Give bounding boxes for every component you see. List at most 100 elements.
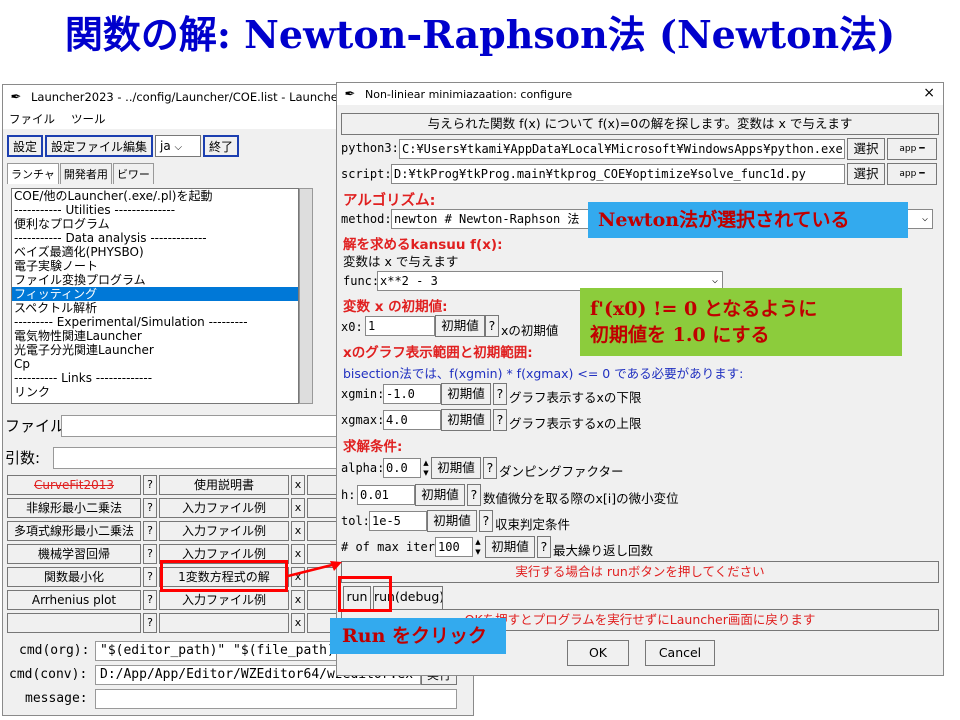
xgmax-description: グラフ表示するxの上限	[509, 416, 642, 431]
max-iter-init-button[interactable]: 初期値	[485, 536, 535, 558]
h-init-button[interactable]: 初期値	[415, 484, 465, 506]
tol-help-button[interactable]: ?	[479, 510, 493, 532]
xgmin-help-button[interactable]: ?	[493, 383, 507, 405]
program-button[interactable]: 多項式線形最小二乗法	[7, 521, 141, 541]
list-item[interactable]: フィッティング	[12, 287, 298, 301]
program-help-button[interactable]: ?	[143, 498, 157, 518]
list-item[interactable]: --------- Experimental/Simulation ------…	[12, 315, 298, 329]
list-item[interactable]: ----------- Utilities --------------	[12, 203, 298, 217]
max-iter-help-button[interactable]: ?	[537, 536, 551, 558]
program-button[interactable]: Arrhenius plot	[7, 590, 141, 610]
x0-help-button[interactable]: ?	[485, 315, 499, 337]
program-button[interactable]: 関数最小化	[7, 567, 141, 587]
xgmin-init-button[interactable]: 初期値	[441, 383, 491, 405]
cancel-button[interactable]: Cancel	[645, 640, 715, 666]
message-label: message:	[25, 691, 88, 706]
menu-file[interactable]: ファイル	[9, 111, 55, 127]
python3-app-button[interactable]: app ━	[887, 138, 937, 160]
script-input[interactable]: D:¥tkProg¥tkProg.main¥tkprog_COE¥optimiz…	[391, 164, 845, 184]
settings-button[interactable]: 設定	[7, 135, 44, 157]
newton-selected-callout: Newton法が選択されている	[588, 202, 908, 238]
list-item[interactable]: ----------- Data analysis -------------	[12, 231, 298, 245]
tab-developer[interactable]: 開発者用	[59, 163, 112, 184]
program-list[interactable]: COE/他のLauncher(.exe/.pl)を起動 ----------- U…	[11, 188, 299, 404]
program-button[interactable]: 機械学習回帰	[7, 544, 141, 564]
alpha-input[interactable]: 0.0	[383, 458, 421, 478]
program-doc-button[interactable]: 入力ファイル例	[159, 498, 289, 518]
file-input[interactable]	[61, 415, 341, 437]
menu-tools[interactable]: ツール	[71, 111, 106, 127]
max-iter-input[interactable]: 100	[435, 537, 473, 557]
list-item[interactable]: ---------- Links -------------	[12, 371, 298, 385]
program-extra-button[interactable]	[307, 475, 339, 495]
list-item[interactable]: 光電子分光関連Launcher	[12, 343, 298, 357]
program-help-button[interactable]: ?	[143, 567, 157, 587]
alpha-help-button[interactable]: ?	[483, 457, 497, 479]
program-close-button[interactable]: x	[291, 498, 305, 518]
python3-select-button[interactable]: 選択	[847, 138, 885, 160]
header-description-button[interactable]: 与えられた関数 f(x) について f(x)=0の解を探します。変数は x で与…	[341, 113, 939, 135]
list-item[interactable]: 電気物性関連Launcher	[12, 329, 298, 343]
program-close-button[interactable]: x	[291, 613, 305, 633]
xgmax-init-button[interactable]: 初期値	[441, 409, 491, 431]
list-item[interactable]: リンク	[12, 385, 298, 399]
program-help-button[interactable]: ?	[143, 521, 157, 541]
alpha-spinner[interactable]: ▲ ▼	[421, 458, 431, 478]
h-help-button[interactable]: ?	[467, 484, 481, 506]
edit-settings-button[interactable]: 設定ファイル編集	[45, 135, 154, 157]
program-doc-button[interactable]: 入力ファイル例	[159, 521, 289, 541]
max-iter-label: # of max iter:	[341, 540, 443, 554]
list-item[interactable]: Cp	[12, 357, 298, 371]
program-extra-button[interactable]	[307, 498, 339, 518]
program-close-button[interactable]: x	[291, 521, 305, 541]
tol-init-button[interactable]: 初期値	[427, 510, 477, 532]
xgmax-input[interactable]: 4.0	[383, 410, 441, 430]
program-button[interactable]: CurveFit2013	[7, 475, 141, 495]
x0-input[interactable]: 1	[365, 316, 435, 336]
tab-launcher[interactable]: ランチャ	[7, 163, 59, 184]
program-doc-button[interactable]: 入力ファイル例	[159, 590, 289, 610]
list-item[interactable]: スペクトル解析	[12, 301, 298, 315]
condition-heading: 求解条件:	[343, 439, 403, 455]
feather-icon: ✒	[344, 86, 356, 102]
program-list-scrollbar[interactable]	[299, 188, 313, 404]
program-doc-button[interactable]	[159, 613, 289, 633]
language-select[interactable]: ja ⌵	[155, 135, 202, 157]
initial-value-callout: f'(x0) != 0 となるように 初期値を 1.0 にする	[580, 288, 902, 356]
list-item[interactable]: COE/他のLauncher(.exe/.pl)を起動	[12, 189, 298, 203]
program-close-button[interactable]: x	[291, 475, 305, 495]
close-icon[interactable]: ×	[923, 85, 935, 101]
program-button[interactable]	[7, 613, 141, 633]
list-item[interactable]: ベイズ最適化(PHYSBO)	[12, 245, 298, 259]
xgmin-input[interactable]: -1.0	[383, 384, 441, 404]
tab-viewer[interactable]: ビワー	[112, 163, 154, 184]
program-close-button[interactable]: x	[291, 590, 305, 610]
alpha-init-button[interactable]: 初期値	[431, 457, 481, 479]
python3-label: python3:	[341, 141, 399, 155]
python3-input[interactable]: C:¥Users¥tkami¥AppData¥Local¥Microsoft¥W…	[399, 139, 845, 159]
program-extra-button[interactable]	[307, 590, 339, 610]
program-help-button[interactable]: ?	[143, 613, 157, 633]
ok-button[interactable]: OK	[567, 640, 629, 666]
program-extra-button[interactable]	[307, 521, 339, 541]
highlight-box-run	[338, 576, 392, 612]
func-label: func:	[343, 274, 380, 288]
exit-button[interactable]: 終了	[203, 135, 240, 157]
list-item[interactable]: 便利なプログラム	[12, 217, 298, 231]
script-app-button[interactable]: app ━	[887, 163, 937, 185]
tol-input[interactable]: 1e-5	[369, 511, 427, 531]
program-help-button[interactable]: ?	[143, 475, 157, 495]
program-help-button[interactable]: ?	[143, 544, 157, 564]
list-item[interactable]: 電子実験ノート	[12, 259, 298, 273]
script-select-button[interactable]: 選択	[847, 163, 885, 185]
program-doc-button[interactable]: 使用説明書	[159, 475, 289, 495]
x0-init-button[interactable]: 初期値	[435, 315, 485, 337]
xgmax-help-button[interactable]: ?	[493, 409, 507, 431]
max-iter-spinner[interactable]: ▲ ▼	[473, 537, 483, 557]
program-button[interactable]: 非線形最小二乗法	[7, 498, 141, 518]
program-help-button[interactable]: ?	[143, 590, 157, 610]
func-value: x**2 - 3	[380, 274, 438, 288]
list-item[interactable]: ファイル変換プログラム	[12, 273, 298, 287]
args-input[interactable]	[53, 447, 341, 469]
h-input[interactable]: 0.01	[357, 485, 415, 505]
